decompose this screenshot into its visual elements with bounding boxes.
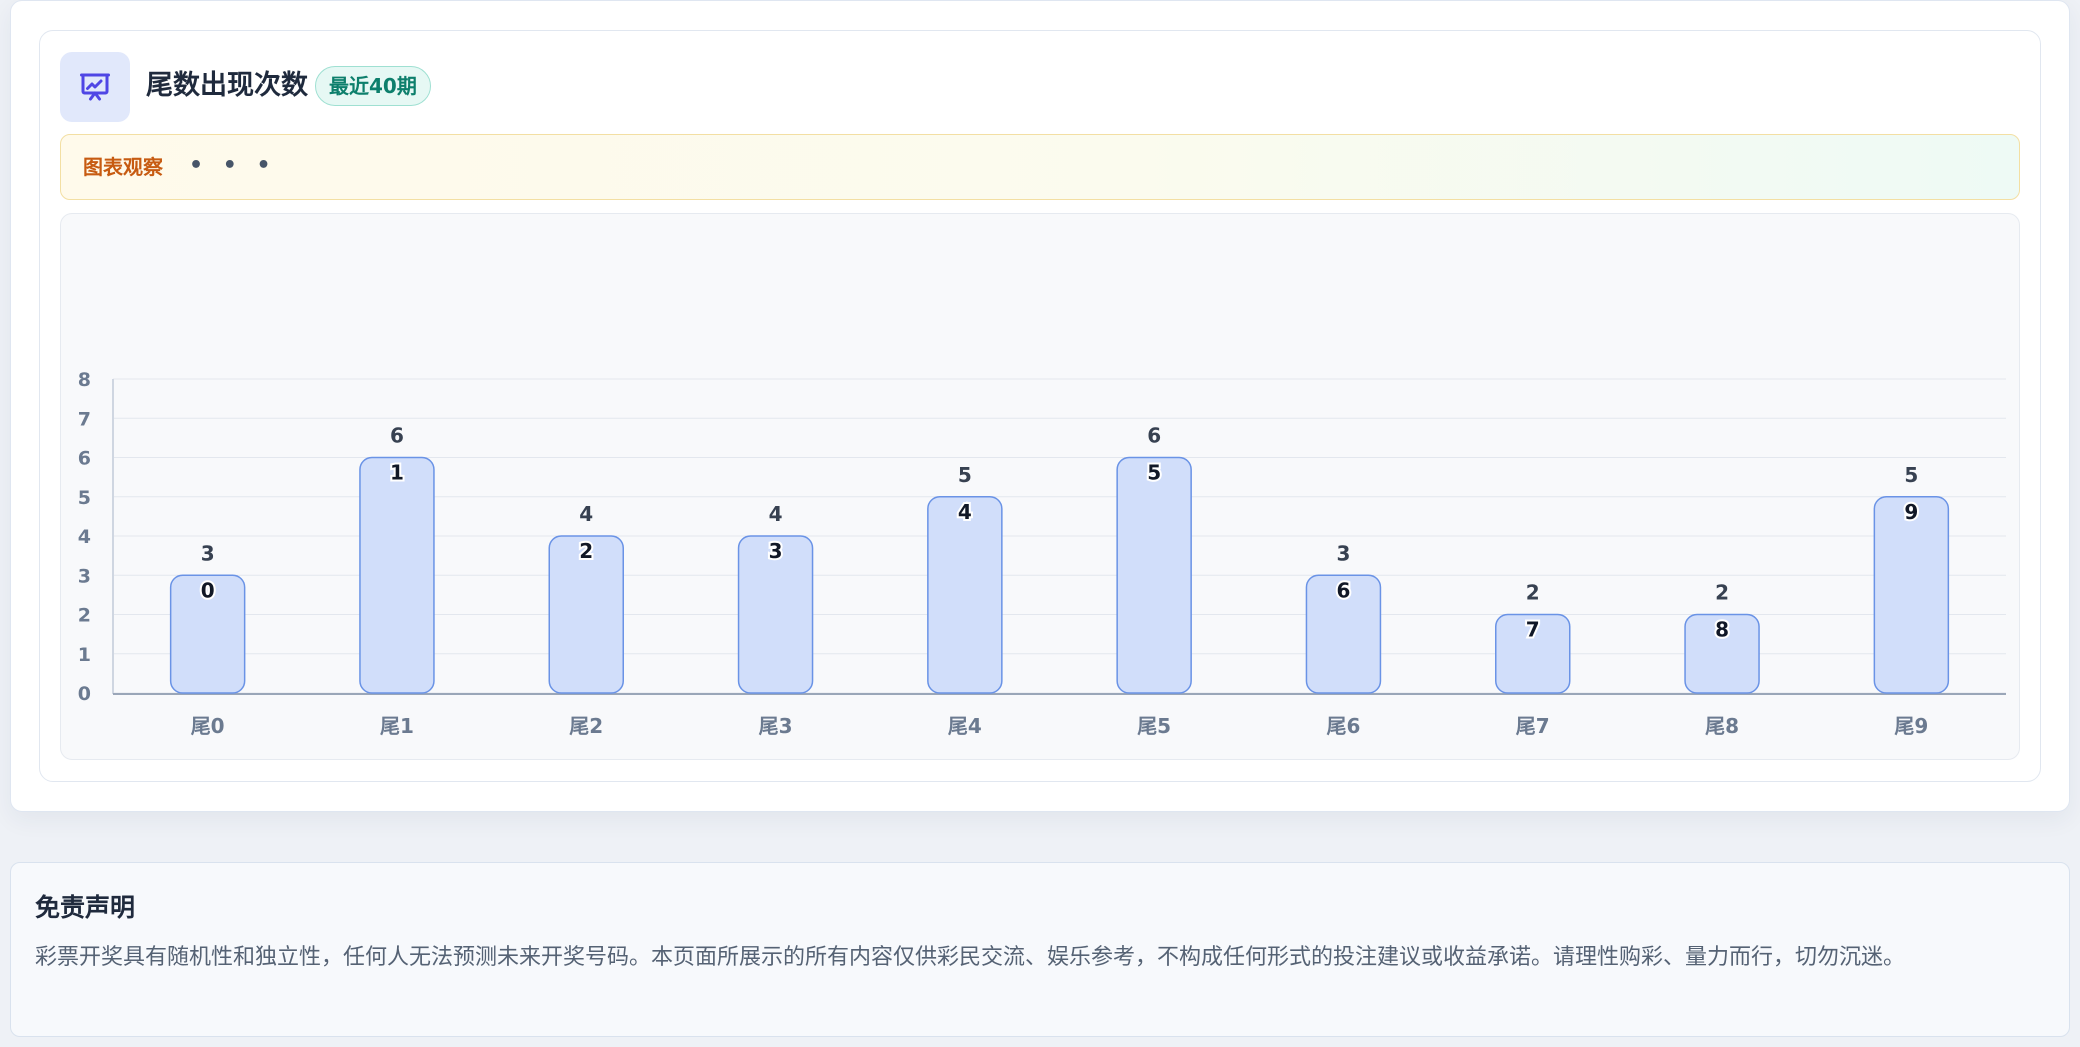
bar	[1116, 456, 1192, 694]
bar-value-label: 5	[1904, 463, 1918, 487]
x-tick-label: 尾2	[569, 714, 603, 738]
y-tick-label: 6	[78, 448, 91, 470]
bar-inner-label: 4	[958, 500, 972, 524]
disclaimer-section: 免责声明 彩票开奖具有随机性和独立性，任何人无法预测未来开奖号码。本页面所展示的…	[10, 862, 2070, 1037]
observation-label: 图表观察	[83, 155, 163, 179]
x-tick-label: 尾6	[1326, 714, 1360, 738]
bar	[1873, 496, 1950, 694]
bar-value-label: 2	[1715, 581, 1729, 605]
bar-inner-label: 3	[769, 539, 783, 563]
x-tick-label: 尾1	[380, 714, 414, 738]
bar-inner-label: 6	[1336, 578, 1350, 602]
y-tick-label: 0	[78, 683, 91, 705]
bar-value-label: 4	[579, 502, 593, 526]
bar	[927, 496, 1003, 694]
bar-value-label: 6	[390, 424, 404, 448]
x-tick-label: 尾0	[191, 714, 225, 738]
bar-value-label: 5	[958, 463, 972, 487]
bar-value-label: 6	[1147, 424, 1161, 448]
x-tick-label: 尾7	[1516, 714, 1550, 738]
y-tick-label: 3	[78, 565, 91, 587]
disclaimer-title: 免责声明	[35, 893, 136, 922]
y-tick-label: 7	[78, 408, 91, 430]
y-tick-label: 2	[78, 605, 91, 627]
more-dots-icon[interactable]: • • •	[189, 152, 277, 180]
bar-inner-label: 5	[1147, 461, 1161, 485]
tail-number-bar-chart: 0 1 2 3 4 5 6 7 8 3 0 尾0 6 1 尾1 4 2 尾2 4 3 尾3 5 4 尾4 6 5 尾5 3 6 尾6 2 7 尾…	[78, 369, 2006, 738]
bar-value-label: 2	[1526, 581, 1540, 605]
disclaimer-text: 彩票开奖具有随机性和独立性，任何人无法预测未来开奖号码。本页面所展示的所有内容仅…	[35, 945, 1906, 970]
x-tick-label: 尾8	[1705, 714, 1739, 738]
bar-inner-label: 7	[1526, 618, 1540, 642]
bar-inner-label: 1	[390, 461, 404, 485]
bar-inner-label: 8	[1715, 618, 1729, 642]
x-tick-label: 尾4	[948, 714, 982, 738]
chart-panel: 0 1 2 3 4 5 6 7 8 3 0 尾0 6 1 尾1 4 2 尾2 4 3 尾3 5 4 尾4 6 5 尾5 3 6 尾6 2 7 尾…	[60, 213, 2020, 760]
presentation-chart-icon	[60, 52, 130, 122]
y-tick-label: 4	[78, 526, 91, 548]
period-badge: 最近40期	[315, 66, 431, 106]
x-tick-label: 尾3	[759, 714, 793, 738]
x-tick-label: 尾5	[1137, 714, 1171, 738]
y-tick-label: 8	[78, 369, 91, 391]
x-tick-label: 尾9	[1894, 714, 1928, 738]
y-tick-label: 1	[78, 644, 91, 666]
bar-inner-label: 9	[1904, 500, 1918, 524]
chart-observation-bar[interactable]: 图表观察 • • •	[60, 134, 2020, 200]
bar-value-label: 3	[1336, 541, 1350, 565]
section-title: 尾数出现次数	[146, 70, 308, 101]
y-tick-label: 5	[78, 487, 91, 509]
bar	[359, 456, 435, 694]
bar-value-label: 4	[769, 502, 783, 526]
bar-inner-label: 0	[201, 578, 215, 602]
bar-inner-label: 2	[579, 539, 593, 563]
bar-value-label: 3	[201, 541, 215, 565]
